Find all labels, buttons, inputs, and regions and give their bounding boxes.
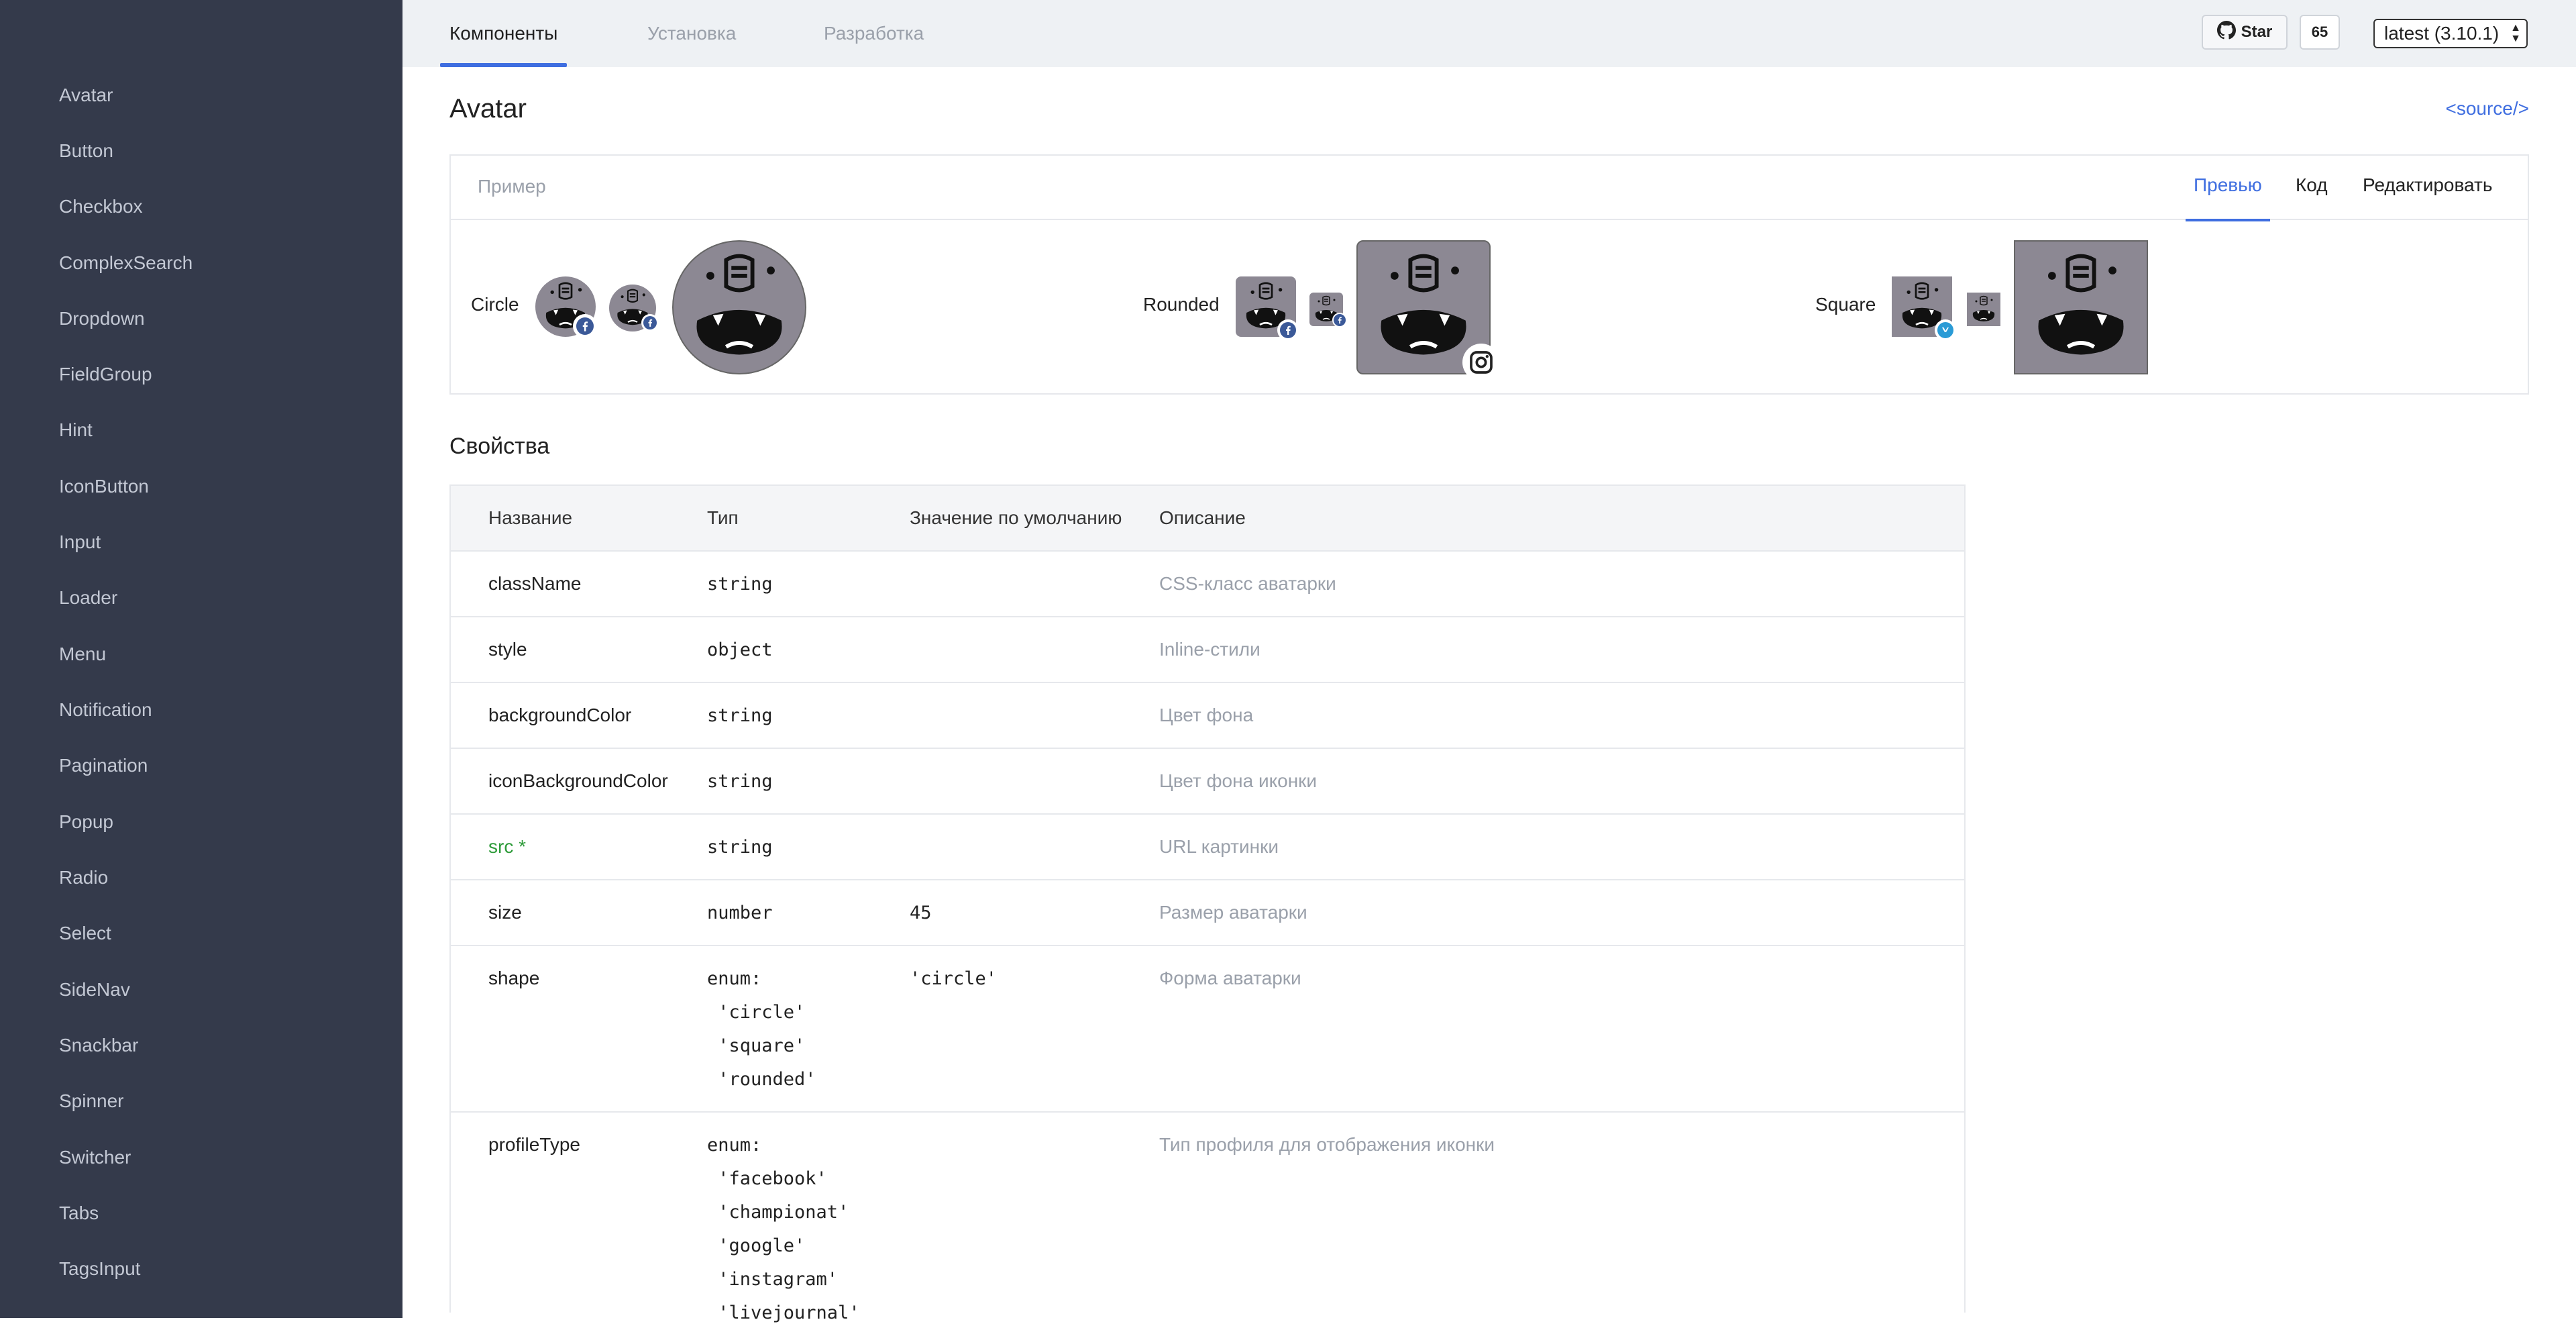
tab-preview[interactable]: Превью xyxy=(2186,174,2270,221)
prop-description: URL картинки xyxy=(1159,836,1279,857)
prop-name-required: src * xyxy=(488,836,526,857)
facebook-icon xyxy=(1332,313,1347,327)
star-label: Star xyxy=(2241,23,2273,41)
sidebar-item-tabs[interactable]: Tabs xyxy=(59,1200,99,1227)
sidebar-item-pagination[interactable]: Pagination xyxy=(59,752,148,779)
prop-name: profileType xyxy=(488,1134,580,1155)
example-panel: Пример Превью Код Редактировать Circle R… xyxy=(449,154,2529,395)
tab-components[interactable]: Компоненты xyxy=(439,0,568,67)
section-title-properties: Свойства xyxy=(449,433,550,459)
header-name: Название xyxy=(488,507,573,528)
sidebar-item-snackbar[interactable]: Snackbar xyxy=(59,1032,138,1059)
prop-description: CSS-класс аватарки xyxy=(1159,573,1336,594)
properties-table: Название Тип Значение по умолчанию Описа… xyxy=(449,484,1966,1323)
monster-face xyxy=(2038,254,2124,355)
facebook-icon xyxy=(641,314,659,331)
prop-type: enum: 'facebook' 'championat' 'google' '… xyxy=(707,1135,860,1323)
sidebar-item-input[interactable]: Input xyxy=(59,529,101,556)
prop-type: object xyxy=(707,640,773,660)
github-star-button[interactable]: Star xyxy=(2202,15,2288,50)
tab-code[interactable]: Код xyxy=(2296,174,2328,196)
prop-name: backgroundColor xyxy=(488,705,632,725)
star-count[interactable]: 65 xyxy=(2300,15,2340,50)
prop-name: size xyxy=(488,902,522,923)
prop-name: iconBackgroundColor xyxy=(488,770,668,791)
version-select[interactable]: latest (3.10.1) ▲ ▼ xyxy=(2373,19,2528,48)
table-row: size number 45 Размер аватарки xyxy=(451,879,1964,945)
tab-development[interactable]: Разработка xyxy=(824,0,924,67)
prop-name: style xyxy=(488,639,527,660)
sidebar-item-dropdown[interactable]: Dropdown xyxy=(59,305,145,332)
sidebar-item-popup[interactable]: Popup xyxy=(59,809,113,835)
prop-description: Inline-стили xyxy=(1159,639,1260,660)
avatar-circle-large xyxy=(672,240,806,374)
prop-type: string xyxy=(707,705,773,726)
monster-face xyxy=(696,254,782,355)
sidebar-item-menu[interactable]: Menu xyxy=(59,641,106,668)
sidebar-item-fieldgroup[interactable]: FieldGroup xyxy=(59,361,152,388)
prop-type: string xyxy=(707,837,773,858)
prop-description: Размер аватарки xyxy=(1159,902,1307,923)
sidebar-item-complexsearch[interactable]: ComplexSearch xyxy=(59,250,193,276)
demo-label-circle: Circle xyxy=(471,294,519,315)
tab-installation[interactable]: Установка xyxy=(647,0,736,67)
prop-description: Цвет фона xyxy=(1159,705,1254,725)
sidebar-item-select[interactable]: Select xyxy=(59,920,111,947)
table-row: style object Inline-стили xyxy=(451,616,1964,682)
sidebar-item-avatar[interactable]: Avatar xyxy=(59,82,113,109)
example-header: Пример Превью Код Редактировать xyxy=(451,156,2528,221)
demo-label-square: Square xyxy=(1815,294,1876,315)
prop-name: className xyxy=(488,573,582,594)
instagram-icon xyxy=(1462,344,1500,381)
select-arrows-icon: ▲ ▼ xyxy=(2510,22,2521,44)
prop-description: Форма аватарки xyxy=(1159,968,1301,988)
header-type: Тип xyxy=(707,507,739,528)
vk-icon xyxy=(1935,319,1956,341)
example-label: Пример xyxy=(478,176,546,197)
prop-description: Цвет фона иконки xyxy=(1159,770,1318,791)
table-row: shape enum: 'circle' 'square' 'rounded' … xyxy=(451,945,1964,1111)
facebook-icon xyxy=(573,314,597,338)
sidebar-item-tagsinput[interactable]: TagsInput xyxy=(59,1256,140,1282)
prop-type: enum: 'circle' 'square' 'rounded' xyxy=(707,968,816,1090)
sidebar-item-spinner[interactable]: Spinner xyxy=(59,1088,124,1115)
header-description: Описание xyxy=(1159,507,1246,528)
page-title: Avatar xyxy=(449,94,527,123)
table-row: src * string URL картинки xyxy=(451,813,1964,879)
table-row: profileType enum: 'facebook' 'championat… xyxy=(451,1111,1964,1323)
sidebar-item-switcher[interactable]: Switcher xyxy=(59,1144,131,1171)
sidebar-item-loader[interactable]: Loader xyxy=(59,584,117,611)
sidebar-item-checkbox[interactable]: Checkbox xyxy=(59,193,143,220)
prop-description: Тип профиля для отображения иконки xyxy=(1159,1134,1495,1155)
monster-face xyxy=(1972,295,1995,321)
sidebar-item-hint[interactable]: Hint xyxy=(59,417,93,444)
prop-default: 45 xyxy=(910,903,932,923)
sidebar-item-sidenav[interactable]: SideNav xyxy=(59,976,130,1003)
source-link[interactable]: <source/> xyxy=(2445,98,2529,119)
prop-type: number xyxy=(707,903,773,923)
sidebar-item-iconbutton[interactable]: IconButton xyxy=(59,473,149,500)
prop-type: string xyxy=(707,574,773,595)
avatar-square-large xyxy=(2014,240,2148,374)
header-default: Значение по умолчанию xyxy=(910,507,1122,528)
sidebar: Avatar Button Checkbox ComplexSearch Dro… xyxy=(0,0,402,1318)
prop-default: 'circle' xyxy=(910,968,998,989)
tab-edit[interactable]: Редактировать xyxy=(2363,174,2492,196)
sidebar-item-button[interactable]: Button xyxy=(59,138,113,164)
demo-label-rounded: Rounded xyxy=(1143,294,1220,315)
sidebar-item-radio[interactable]: Radio xyxy=(59,864,108,891)
prop-name: shape xyxy=(488,968,540,988)
table-row: backgroundColor string Цвет фона xyxy=(451,682,1964,748)
table-header: Название Тип Значение по умолчанию Описа… xyxy=(451,484,1964,550)
version-value: latest (3.10.1) xyxy=(2384,23,2500,44)
avatar-square-tiny xyxy=(1967,293,2000,326)
table-row: iconBackgroundColor string Цвет фона ико… xyxy=(451,748,1964,813)
table-row: className string CSS-класс аватарки xyxy=(451,550,1964,616)
sidebar-item-notification[interactable]: Notification xyxy=(59,697,152,723)
facebook-icon xyxy=(1277,319,1299,341)
prop-type: string xyxy=(707,771,773,792)
github-icon xyxy=(2216,20,2236,44)
